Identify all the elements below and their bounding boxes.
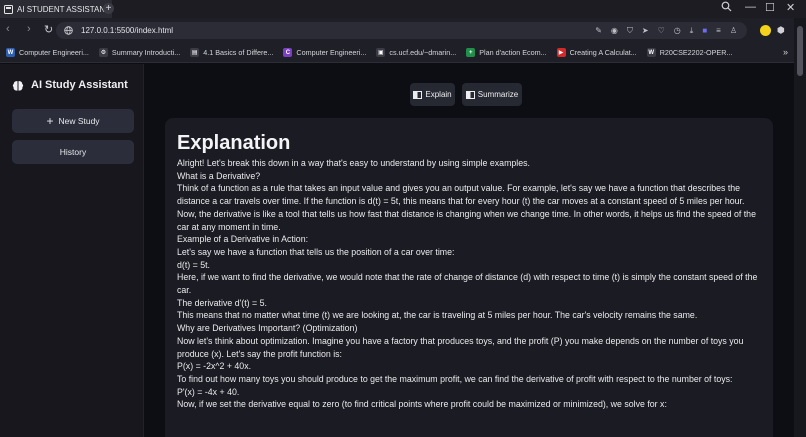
brain-icon xyxy=(12,79,24,91)
bookmark-item[interactable]: W Computer Engineeri... xyxy=(6,48,89,57)
back-icon[interactable]: ‹ xyxy=(6,23,10,35)
explanation-line: Let's say we have a function that tells … xyxy=(177,246,455,257)
search-icon[interactable] xyxy=(721,1,732,15)
bookmark-item[interactable]: + Plan d'action Ecom... xyxy=(466,48,547,57)
explanation-line: Now, if we set the derivative equal to z… xyxy=(177,399,667,410)
bookmark-favicon-icon: ▤ xyxy=(190,48,200,57)
bookmark-label: Computer Engineeri... xyxy=(19,48,89,57)
explanation-line: To find out how many toys you should pro… xyxy=(177,373,733,384)
bookmark-favicon-icon: ⚙ xyxy=(98,48,108,57)
close-icon[interactable]: ✕ xyxy=(786,1,795,14)
explanation-line: Example of a Derivative in Action: xyxy=(177,234,309,245)
book-icon xyxy=(413,90,423,99)
bookmark-label: Plan d'action Ecom... xyxy=(479,48,547,57)
bookmark-item[interactable]: ▤ 4.1 Basics of Differe... xyxy=(190,48,273,57)
bookmark-label: Computer Engineeri... xyxy=(296,48,367,57)
new-study-button[interactable]: + New Study xyxy=(12,109,134,133)
main-panel: Explain Summarize Explanation Alright! L… xyxy=(145,64,794,437)
menu-icon[interactable]: ≡ xyxy=(716,26,721,35)
forward-icon[interactable]: › xyxy=(27,23,31,35)
account-icon[interactable]: ♙ xyxy=(730,26,737,35)
scrollbar-thumb[interactable] xyxy=(797,26,803,76)
send-icon[interactable]: ➤ xyxy=(642,26,649,35)
explanation-line: Alright! Let's break this down in a way … xyxy=(177,158,530,168)
bookmark-label: Summary Introducti... xyxy=(111,48,181,57)
explanation-line: What is a Derivative? xyxy=(177,170,261,181)
bookmark-item[interactable]: W R20CSE2202-OPER... xyxy=(646,48,733,57)
bookmark-label: Creating A Calculat... xyxy=(569,48,637,57)
profile-icon[interactable] xyxy=(760,25,771,36)
address-bar: ‹ › ↻ 127.0.0.1:5500/index.html ✎ ◉ ⛉ ➤ … xyxy=(0,18,806,43)
explanation-card: Explanation Alright! Let's break this do… xyxy=(165,118,773,437)
bookmarks-bar: W Computer Engineeri... ⚙ Summary Introduct… xyxy=(0,43,806,63)
explanation-line: P'(x) = -4x + 40. xyxy=(177,386,240,397)
explanation-line: This means that no matter what time (t) … xyxy=(177,310,698,321)
shield-icon[interactable]: ⛉ xyxy=(627,26,633,36)
camera-icon[interactable]: ◉ xyxy=(611,26,618,35)
bookmark-item[interactable]: ▣ cs.ucf.edu/~dmarin... xyxy=(376,48,456,57)
summarize-button[interactable]: Summarize xyxy=(462,83,522,106)
page-favicon xyxy=(4,4,13,14)
summarize-label: Summarize xyxy=(477,90,519,99)
bookmark-item[interactable]: ▶ Creating A Calculat... xyxy=(556,48,637,57)
bookmark-favicon-icon: W xyxy=(6,48,15,57)
bookmark-favicon-icon: ▶ xyxy=(556,48,566,57)
maximize-icon[interactable]: ☐ xyxy=(765,1,775,14)
bookmark-label: cs.ucf.edu/~dmarin... xyxy=(389,48,457,57)
explanation-heading: Explanation xyxy=(177,132,291,154)
page-scrollbar[interactable] xyxy=(794,18,806,437)
history-icon[interactable]: ◷ xyxy=(674,26,681,35)
history-label: History xyxy=(59,147,87,157)
sidebar: AI Study Assistant + New Study History xyxy=(0,64,144,437)
bookmark-favicon-icon: ▣ xyxy=(376,48,386,57)
globe-icon xyxy=(64,22,73,40)
reload-icon[interactable]: ↻ xyxy=(44,23,53,36)
bookmark-favicon-icon: + xyxy=(466,48,476,57)
bookmark-item[interactable]: C Computer Engineeri... xyxy=(283,48,366,57)
heart-icon[interactable]: ♡ xyxy=(658,26,665,35)
url-field[interactable]: 127.0.0.1:5500/index.html ✎ ◉ ⛉ ➤ ♡ ◷ ⤓ … xyxy=(56,22,747,39)
browser-tab-bar: AI STUDENT ASSISTANT + — ☐ ✕ xyxy=(0,0,806,18)
new-study-label: New Study xyxy=(58,116,100,126)
bookmark-label: R20CSE2202-OPER... xyxy=(659,48,733,57)
url-text: 127.0.0.1:5500/index.html xyxy=(81,26,174,35)
history-button[interactable]: History xyxy=(12,140,134,164)
explain-button[interactable]: Explain xyxy=(410,83,455,106)
explanation-line: Think of a function as a rule that takes… xyxy=(177,183,745,207)
explanation-line: P(x) = -2x^2 + 40x. xyxy=(177,361,252,372)
book-icon xyxy=(465,90,475,99)
extension-icon[interactable]: ■ xyxy=(702,26,707,35)
app-brand: AI Study Assistant xyxy=(12,79,128,91)
bookmarks-more-button[interactable]: » xyxy=(783,47,788,57)
explanation-line: Here, if we want to find the derivative,… xyxy=(177,272,758,296)
explanation-line: d(t) = 5t. xyxy=(177,259,211,270)
explanation-text: Alright! Let's break this down in a way … xyxy=(177,157,761,411)
bookmark-favicon-icon: C xyxy=(283,48,293,57)
edit-icon[interactable]: ✎ xyxy=(595,26,602,35)
explanation-line: Now let's think about optimization. Imag… xyxy=(177,335,744,359)
tab-title: AI STUDENT ASSISTANT xyxy=(17,4,111,14)
explanation-line: Why are Derivatives Important? (Optimiza… xyxy=(177,323,358,334)
explain-label: Explain xyxy=(425,90,452,99)
cube-icon[interactable]: ⬢ xyxy=(777,25,785,36)
bookmark-favicon-icon: W xyxy=(646,48,656,57)
browser-tab[interactable]: AI STUDENT ASSISTANT xyxy=(0,0,112,18)
bookmark-label: 4.1 Basics of Differe... xyxy=(203,48,274,57)
minimize-icon[interactable]: — xyxy=(745,1,756,13)
app-title: AI Study Assistant xyxy=(31,79,128,91)
bookmark-item[interactable]: ⚙ Summary Introducti... xyxy=(98,48,181,57)
new-tab-button[interactable]: + xyxy=(103,3,114,14)
download-icon[interactable]: ⤓ xyxy=(690,26,694,36)
plus-icon: + xyxy=(46,114,54,128)
explanation-line: Now, the derivative is like a tool that … xyxy=(177,208,756,232)
explanation-line: The derivative d'(t) = 5. xyxy=(177,297,267,308)
